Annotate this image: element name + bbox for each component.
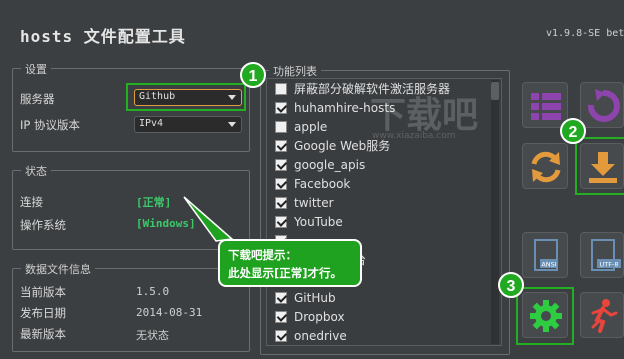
checkbox[interactable]	[275, 177, 287, 190]
list-item-label: GitHub	[294, 290, 336, 305]
settings-legend: 设置	[21, 61, 51, 77]
release-date-label: 发布日期	[20, 306, 66, 320]
undo-icon	[587, 89, 620, 122]
checkbox[interactable]	[275, 158, 287, 171]
current-version-value: 1.5.0	[136, 285, 170, 298]
run-icon	[591, 299, 618, 333]
ip-select-value: IPv4	[139, 118, 164, 129]
tooltip-line1: 下载吧提示：	[228, 248, 297, 262]
badge-2: 2	[560, 118, 586, 144]
ansi-label: ANSI	[541, 261, 556, 269]
reset-button[interactable]	[580, 82, 624, 128]
function-list-button[interactable]	[522, 82, 568, 128]
file-utf8-icon: UTF-8	[591, 239, 621, 271]
checkbox[interactable]	[275, 120, 287, 133]
checkbox[interactable]	[275, 215, 287, 228]
list-item-label: apple	[294, 119, 328, 134]
chevron-down-icon	[228, 122, 236, 127]
server-select-value: Github	[139, 91, 176, 102]
checkbox[interactable]	[275, 196, 287, 209]
checkbox[interactable]	[275, 139, 287, 152]
ip-select[interactable]: IPv4	[134, 116, 242, 133]
refresh-button[interactable]	[522, 143, 568, 189]
badge-1: 1	[240, 62, 266, 88]
utf8-label: UTF-8	[600, 261, 619, 269]
tooltip: 下载吧提示： 此处显示[正常]才行。	[218, 239, 362, 287]
list-item[interactable]: YouTube	[267, 212, 501, 231]
list-item[interactable]: twitter	[267, 193, 501, 212]
latest-version-label: 最新版本	[20, 327, 66, 341]
list-item[interactable]: GitHub	[267, 288, 501, 307]
checkbox[interactable]	[275, 291, 287, 304]
release-date-value: 2014-08-31	[136, 306, 203, 319]
badge-3: 3	[498, 272, 524, 298]
latest-version-value: 无状态	[136, 329, 169, 342]
checkbox[interactable]	[275, 329, 287, 342]
list-item-label: twitter	[294, 195, 334, 210]
download-highlight	[575, 137, 624, 195]
server-label: 服务器	[20, 92, 55, 106]
exit-button[interactable]	[580, 292, 624, 338]
ip-label: IP 协议版本	[20, 118, 80, 132]
export-utf8-button[interactable]: UTF-8	[580, 232, 624, 278]
export-ansi-button[interactable]: ANSI	[522, 232, 568, 278]
chevron-down-icon	[228, 95, 236, 100]
server-select[interactable]: Github	[134, 89, 242, 106]
app-title: hosts 文件配置工具	[20, 27, 186, 46]
list-item-label: google_apis	[294, 157, 366, 172]
watermark-url: www.xiazaiba.com	[372, 131, 456, 141]
list-item[interactable]: Dropbox	[267, 307, 501, 326]
list-item[interactable]: google_apis	[267, 155, 501, 174]
tooltip-line2: 此处显示[正常]才行。	[228, 266, 343, 280]
scrollbar-thumb[interactable]	[491, 82, 499, 100]
list-item[interactable]: onedrive	[267, 326, 501, 345]
checkbox[interactable]	[275, 310, 287, 323]
apply-highlight	[516, 287, 574, 345]
datafile-legend: 数据文件信息	[21, 261, 95, 277]
functions-legend: 功能列表	[269, 63, 321, 79]
tooltip-pointer	[183, 196, 234, 242]
list-item-label: Facebook	[294, 176, 351, 191]
connection-status: [正常]	[136, 196, 172, 209]
list-scrollbar[interactable]	[491, 80, 499, 344]
connection-label: 连接	[20, 195, 43, 209]
refresh-icon	[531, 151, 561, 183]
list-item[interactable]: Facebook	[267, 174, 501, 193]
list-item-label: onedrive	[294, 328, 347, 343]
app-version: v1.9.8-SE bet	[546, 28, 624, 39]
file-ansi-icon: ANSI	[534, 239, 558, 271]
os-label: 操作系统	[20, 218, 66, 232]
list-item-label: Dropbox	[294, 309, 345, 324]
status-legend: 状态	[21, 163, 51, 179]
current-version-label: 当前版本	[20, 285, 66, 299]
checkbox[interactable]	[275, 101, 287, 114]
checkbox[interactable]	[275, 82, 287, 95]
list-item-label: YouTube	[294, 214, 343, 229]
